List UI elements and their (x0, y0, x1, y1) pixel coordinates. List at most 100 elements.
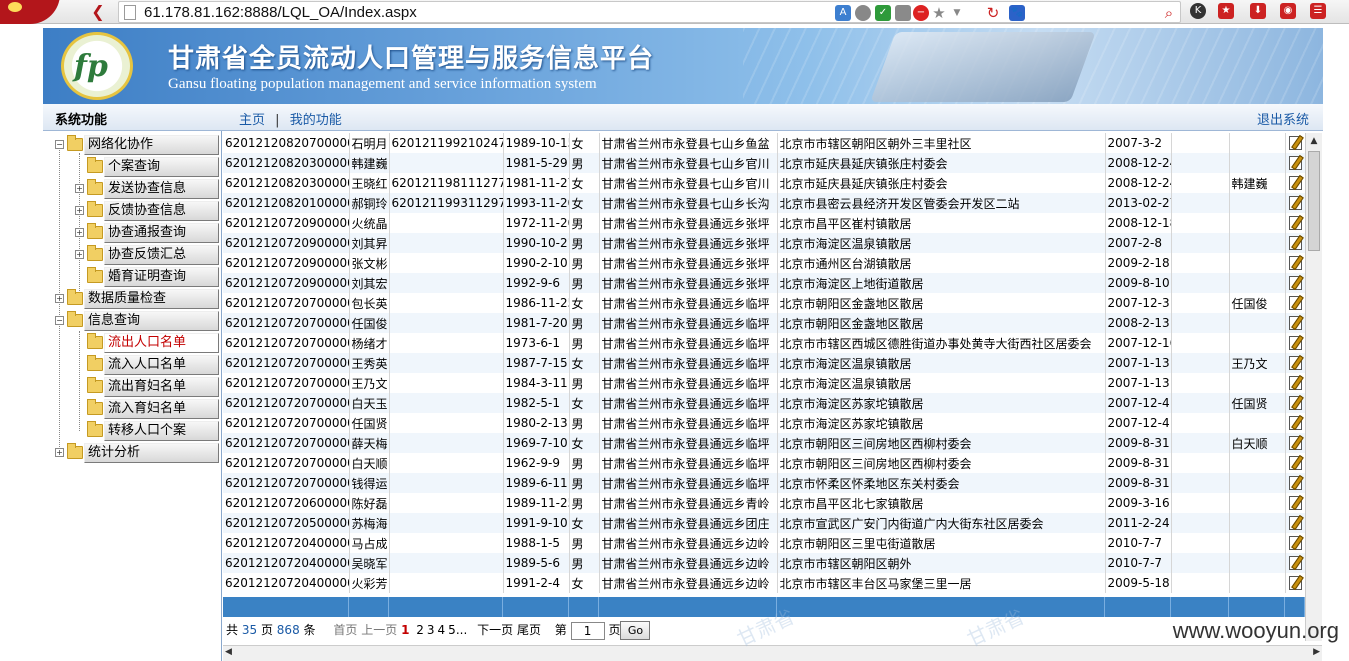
page-number-input[interactable]: 1 (570, 621, 605, 640)
sidebar-item[interactable]: 个案查询 (43, 156, 222, 178)
sidebar-item-label[interactable]: 流入人口名单 (104, 355, 219, 375)
edit-icon[interactable] (1288, 396, 1302, 411)
sidebar-item[interactable]: 转移人口个案 (43, 420, 222, 442)
sidebar-item[interactable]: 流出人口名单 (43, 332, 222, 354)
edit-icon[interactable] (1288, 536, 1302, 551)
sidebar-item-label[interactable]: 协查通报查询 (104, 223, 219, 243)
edit-icon[interactable] (1288, 356, 1302, 371)
search-engine-icon[interactable]: 🐾 (1009, 5, 1025, 21)
pager-page-link[interactable]: 4 (438, 623, 446, 637)
sidebar-item[interactable]: + 协查通报查询 (43, 222, 222, 244)
pager-prev-link[interactable]: 上一页 (361, 623, 397, 637)
sidebar-item-label[interactable]: 统计分析 (84, 443, 219, 463)
edit-icon[interactable] (1288, 276, 1302, 291)
pager-next-link[interactable]: 下一页 (477, 623, 513, 637)
expand-icon[interactable]: + (75, 250, 84, 259)
sidebar-item-label[interactable]: 信息查询 (84, 311, 219, 331)
table-row[interactable]: 620121207207000000058任国贤 1980-2-13男甘肃省兰州市… (223, 413, 1306, 433)
table-row[interactable]: 620121207204000000017火彩芳 1991-2-4女甘肃省兰州市永… (223, 573, 1306, 593)
edit-icon[interactable] (1288, 556, 1302, 571)
sidebar-item[interactable]: + 反馈协查信息 (43, 200, 222, 222)
sidebar-item[interactable]: 婚育证明查询 (43, 266, 222, 288)
sidebar-item[interactable]: + 数据质量检查 (43, 288, 222, 310)
edit-icon[interactable] (1288, 516, 1302, 531)
edit-icon[interactable] (1288, 436, 1302, 451)
edit-icon[interactable] (1288, 176, 1302, 191)
edit-icon[interactable] (1288, 216, 1302, 231)
table-row[interactable]: 620121207209000000002刘其宏 1992-9-6男甘肃省兰州市永… (223, 273, 1306, 293)
table-row[interactable]: 620121207204000000140吴晓军 1989-5-6男甘肃省兰州市永… (223, 553, 1306, 573)
table-row[interactable]: 620121207207000000086包长英 1986-11-25女甘肃省兰州… (223, 293, 1306, 313)
edit-icon[interactable] (1288, 256, 1302, 271)
browser-logo-icon[interactable] (0, 0, 60, 24)
table-row[interactable]: 620121207207000000069王秀英 1987-7-15女甘肃省兰州市… (223, 353, 1306, 373)
home-link[interactable]: 主页 (239, 113, 265, 128)
sidebar-item[interactable]: − 网络化协作 (43, 134, 222, 156)
edit-icon[interactable] (1288, 376, 1302, 391)
edit-icon[interactable] (1288, 496, 1302, 511)
scroll-up-icon[interactable]: ▲ (1306, 133, 1322, 149)
table-row[interactable]: 620121208203000000126韩建巍 1981-5-29男甘肃省兰州市… (223, 153, 1306, 173)
sidebar-item-label[interactable]: 协查反馈汇总 (104, 245, 219, 265)
edit-icon[interactable] (1288, 456, 1302, 471)
sidebar-item-label[interactable]: 婚育证明查询 (104, 267, 219, 287)
page-tools-icon[interactable] (895, 5, 911, 21)
translate-icon[interactable]: A (835, 5, 851, 21)
game-icon[interactable]: ◉ (1280, 3, 1296, 19)
table-row[interactable]: 620121207209000000034刘其昇 1990-10-21男甘肃省兰州… (223, 233, 1306, 253)
sidebar-item-label[interactable]: 流出育妇名单 (104, 377, 219, 397)
favorites-icon[interactable]: ★ (1218, 3, 1234, 19)
table-row[interactable]: 620121207204000000160马占成 1988-1-5男甘肃省兰州市永… (223, 533, 1306, 553)
sidebar-item[interactable]: + 协查反馈汇总 (43, 244, 222, 266)
adblock-icon[interactable]: − (913, 5, 929, 21)
expand-icon[interactable]: + (75, 206, 84, 215)
my-functions-link[interactable]: 我的功能 (290, 113, 342, 128)
sidebar-item-label[interactable]: 网络化协作 (84, 135, 219, 155)
table-row[interactable]: 620121208203000000011王晓红6201211981112775… (223, 173, 1306, 193)
table-row[interactable]: 620121207209000000040火统晶 1972-11-20男甘肃省兰州… (223, 213, 1306, 233)
table-row[interactable]: 620121207207000000059白天玉 1982-5-1女甘肃省兰州市永… (223, 393, 1306, 413)
logout-link[interactable]: 退出系统 (1257, 109, 1309, 128)
sidebar-item[interactable]: + 统计分析 (43, 442, 222, 464)
expand-icon[interactable]: + (75, 184, 84, 193)
expand-icon[interactable]: + (55, 294, 64, 303)
table-row[interactable]: 62012120820700000060石明月62012119921024752… (223, 133, 1306, 153)
edit-icon[interactable] (1288, 476, 1302, 491)
sidebar-item[interactable]: 流出育妇名单 (43, 376, 222, 398)
sidebar-item[interactable]: 流入育妇名单 (43, 398, 222, 420)
expand-icon[interactable]: + (55, 448, 64, 457)
pager-page-link[interactable]: 3 (427, 623, 435, 637)
go-button[interactable]: Go (620, 621, 651, 640)
shield-icon[interactable]: ✓ (875, 5, 891, 21)
table-row[interactable]: 620121207209000000005张文彬 1990-2-10男甘肃省兰州市… (223, 253, 1306, 273)
sidebar-item-label[interactable]: 转移人口个案 (104, 421, 219, 441)
edit-icon[interactable] (1288, 296, 1302, 311)
edit-icon[interactable] (1288, 136, 1302, 151)
edit-icon[interactable] (1288, 156, 1302, 171)
edit-icon[interactable] (1288, 336, 1302, 351)
address-bar[interactable]: 61.178.81.162:8888/LQL_OA/Index.aspx A ✓… (118, 1, 1181, 23)
table-row[interactable]: 620121207207000000042白天顺 1962-9-9男甘肃省兰州市永… (223, 453, 1306, 473)
collapse-icon[interactable]: − (55, 140, 64, 149)
pager-first-link[interactable]: 首页 (333, 623, 357, 637)
back-arrow-icon[interactable]: ❮ (83, 2, 113, 22)
expand-icon[interactable]: + (75, 228, 84, 237)
pager-page-link[interactable]: 2 (416, 623, 424, 637)
table-row[interactable]: 620121207205000000075苏梅海 1991-9-10女甘肃省兰州市… (223, 513, 1306, 533)
edit-icon[interactable] (1288, 576, 1302, 591)
vertical-scrollbar[interactable]: ▲ (1305, 133, 1322, 641)
chevron-down-icon[interactable]: ▼ (949, 5, 965, 21)
sidebar-item-label[interactable]: 反馈协查信息 (104, 201, 219, 221)
table-row[interactable]: 620121207206000000024陈好磊 1989-11-25男甘肃省兰州… (223, 493, 1306, 513)
scroll-right-icon[interactable]: ▶ (1313, 647, 1320, 657)
edit-icon[interactable] (1288, 236, 1302, 251)
sidebar-item-label[interactable]: 流出人口名单 (104, 333, 219, 353)
sidebar-item[interactable]: + 发送协查信息 (43, 178, 222, 200)
table-row[interactable]: 620121207207000000085任国俊 1981-7-20男甘肃省兰州市… (223, 313, 1306, 333)
scrollbar-thumb[interactable] (1308, 151, 1320, 251)
table-row[interactable]: 620121207207000000037钱得运 1989-6-11男甘肃省兰州市… (223, 473, 1306, 493)
edit-icon[interactable] (1288, 196, 1302, 211)
sidebar-item-label[interactable]: 个案查询 (104, 157, 219, 177)
sidebar-item-label[interactable]: 流入育妇名单 (104, 399, 219, 419)
sidebar-item-label[interactable]: 发送协查信息 (104, 179, 219, 199)
